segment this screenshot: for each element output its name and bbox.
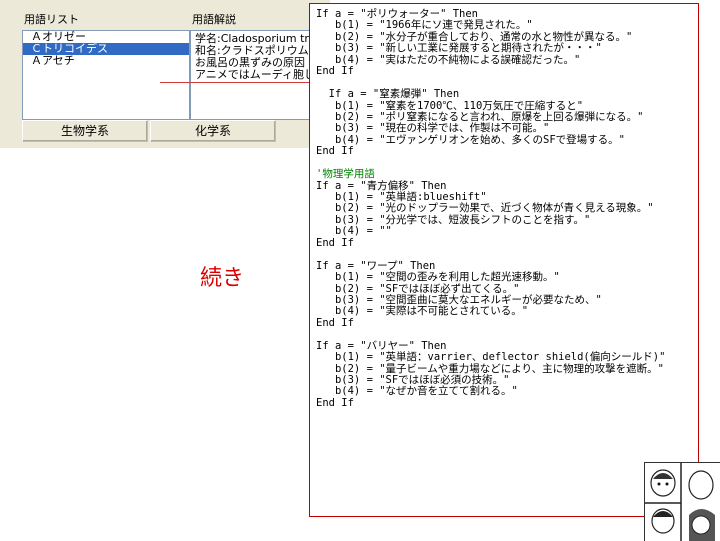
callout-connector-line bbox=[160, 82, 310, 83]
code-comment-line: '物理学用語 bbox=[316, 168, 375, 181]
tab-chemistry[interactable]: 化学系 bbox=[150, 120, 276, 142]
code-line: End If bbox=[316, 65, 354, 78]
code-line: If a = "窒素爆弾" Then bbox=[316, 88, 460, 101]
term-list-item[interactable]: Ａアセチ bbox=[23, 55, 189, 67]
code-line: End If bbox=[316, 145, 354, 158]
term-detail-line: アニメではムーディ胞し bbox=[195, 68, 316, 81]
code-line: b(4) = "実際は不可能とされている。" bbox=[316, 305, 529, 318]
term-detail-label: 用語解説 bbox=[190, 13, 238, 26]
category-tab-bar: 生物学系 化学系 bbox=[22, 120, 332, 142]
code-line: b(4) = "なぜか音を立てて割れる。" bbox=[316, 385, 518, 398]
manga-thumbnail-icon bbox=[645, 463, 720, 541]
code-line: End If bbox=[316, 236, 354, 249]
term-list-label: 用語リスト bbox=[22, 13, 81, 26]
continued-label: 続き bbox=[200, 266, 245, 291]
code-line: b(4) = "" bbox=[316, 225, 392, 238]
code-line: End If bbox=[316, 316, 354, 329]
manga-thumbnail-image bbox=[644, 462, 720, 541]
code-line: b(4) = "実はただの不純物による誤確認だった。" bbox=[316, 53, 581, 66]
code-line: End If bbox=[316, 396, 354, 409]
code-line: b(4) = "エヴァンゲリオンを始め、多くのSFで登場する。" bbox=[316, 133, 626, 146]
code-panel: If a = "ポリウォーター" Then b(1) = "1966年にソ連で発… bbox=[309, 3, 699, 517]
term-detail-box[interactable]: 学名:Cladosporium tri 和名:クラドスポリウム お風呂の黒ずみの原因… bbox=[190, 30, 321, 120]
code-line: b(1) = "英単語：varrier、deflector shield(偏向シ… bbox=[316, 351, 666, 364]
code-line: b(1) = "空間の歪みを利用した超光速移動。" bbox=[316, 271, 560, 284]
app-window: 用語リスト Ａオリゼー Ｃトリコイデス Ａアセチ 用語解説 学名:Cladospor… bbox=[0, 0, 330, 148]
term-listbox[interactable]: Ａオリゼー Ｃトリコイデス Ａアセチ bbox=[22, 30, 190, 120]
tab-biology[interactable]: 生物学系 bbox=[22, 120, 148, 142]
